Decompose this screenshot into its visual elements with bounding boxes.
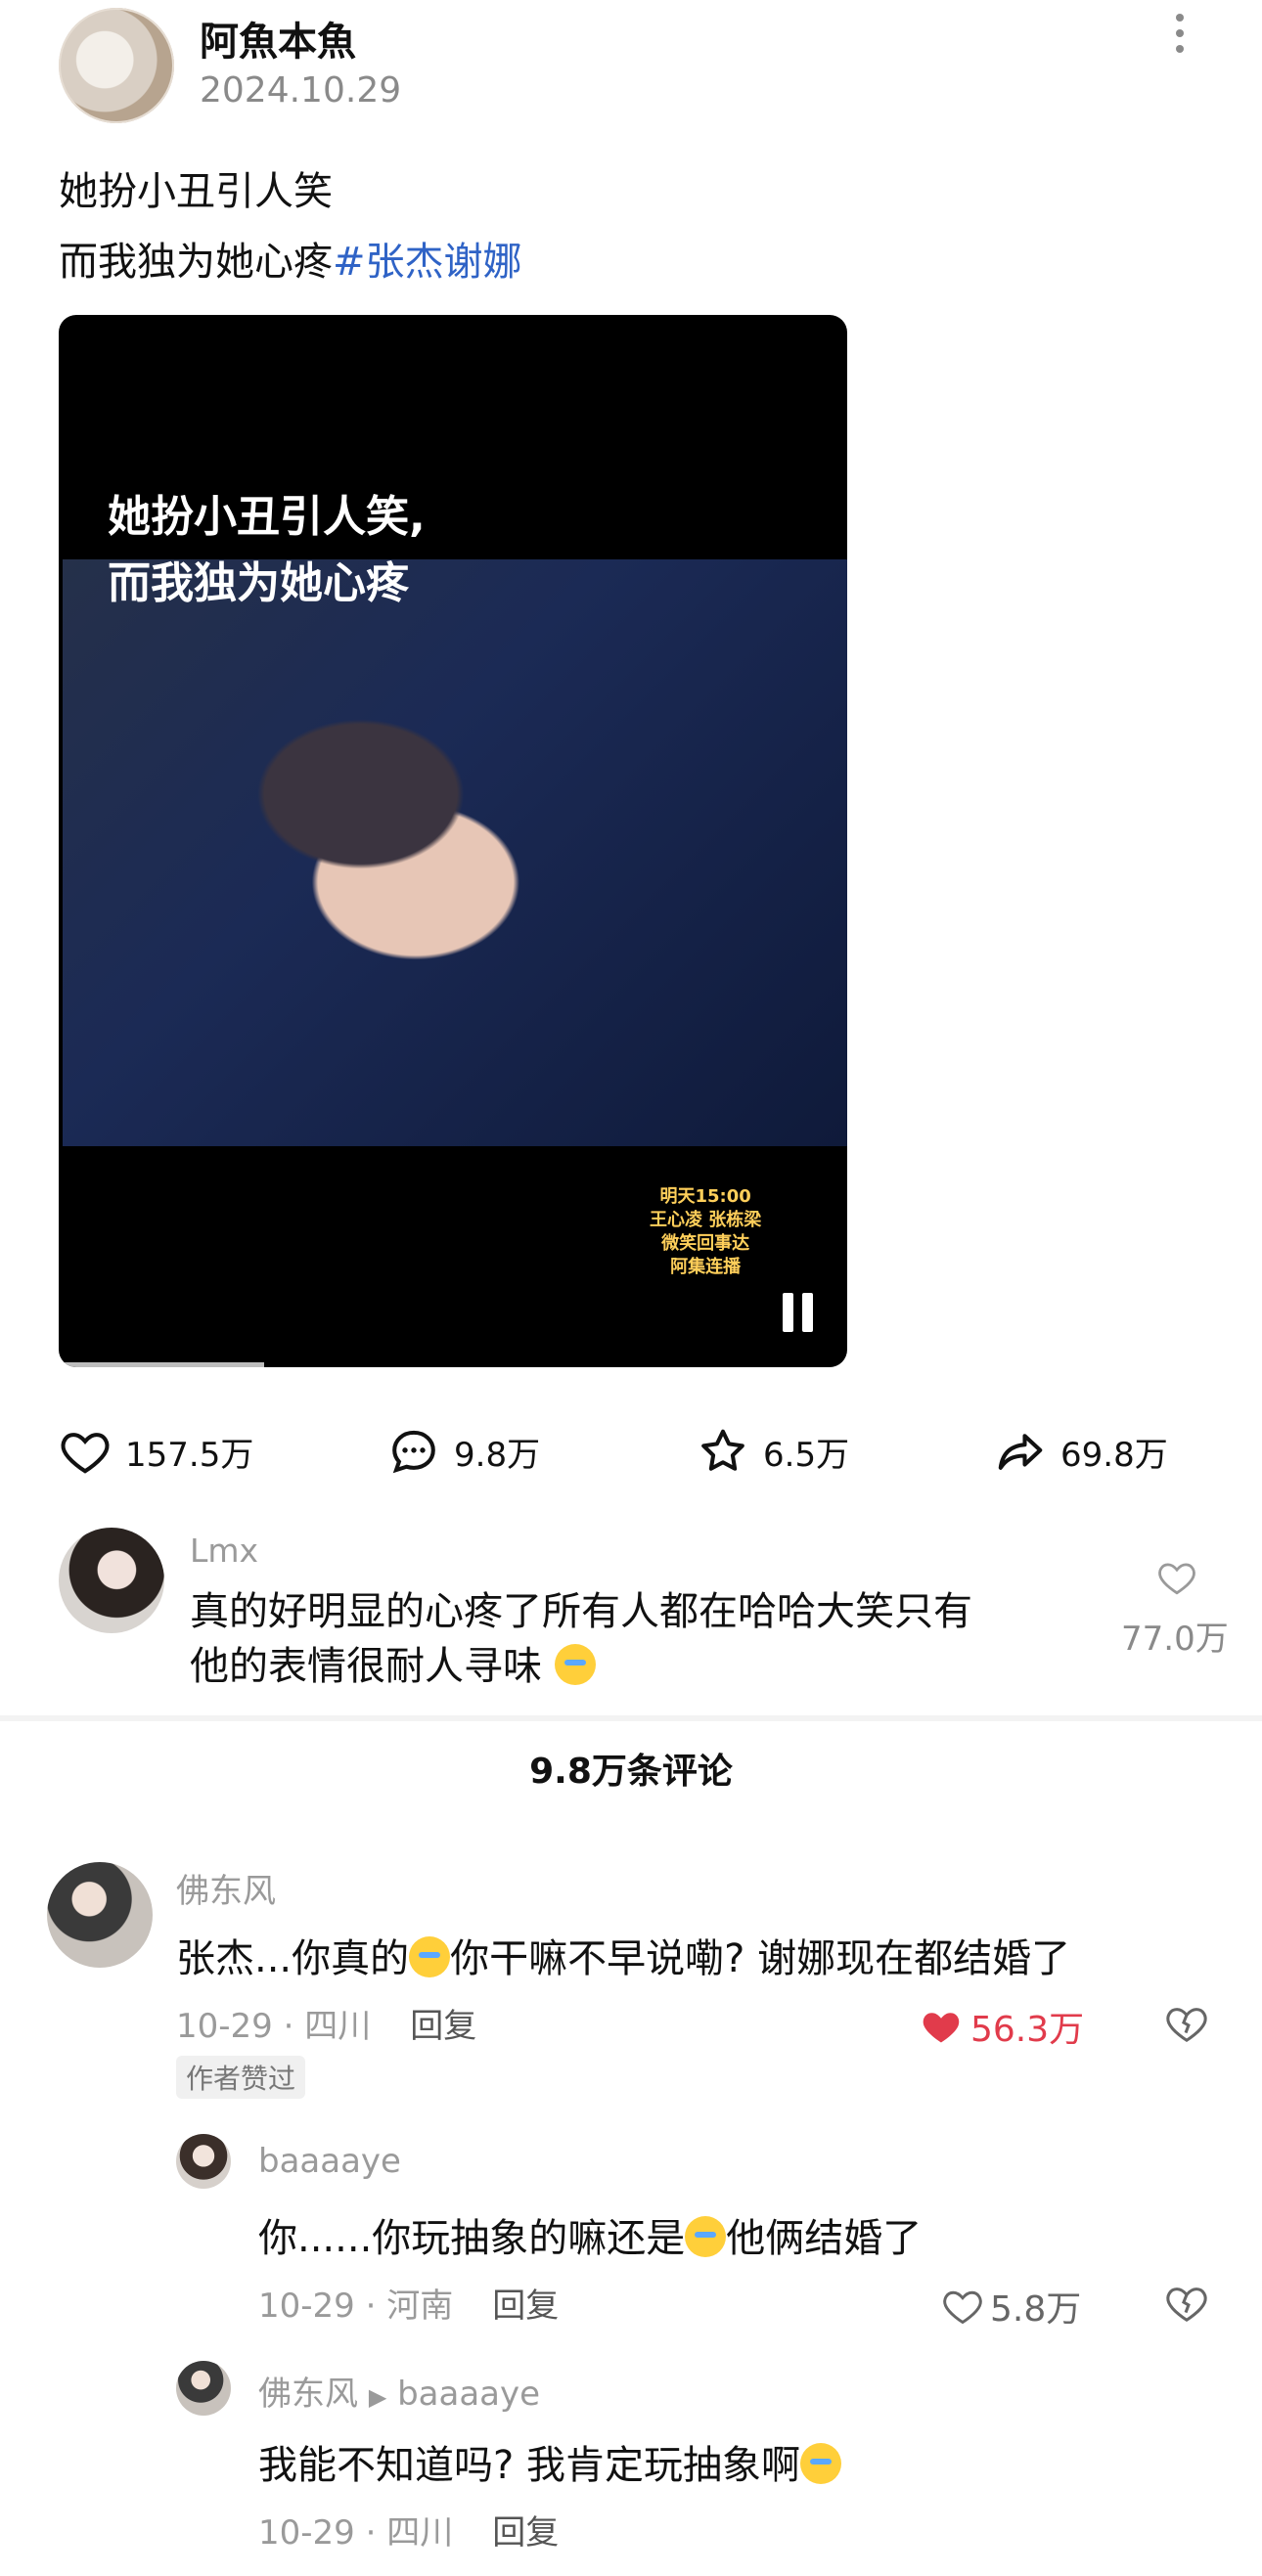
video-credit-overlay: 明天15:00 王心凌 张栋梁 微笑回事达 阿集连播 (650, 1185, 761, 1279)
author-avatar[interactable] (59, 8, 174, 123)
reply-button[interactable]: 回复 (492, 2287, 559, 2326)
comment-like-button[interactable]: 56.3万 (920, 2001, 1084, 2052)
avatar[interactable] (176, 2134, 231, 2189)
comment-text: 真的好明显的心疼了所有人都在哈哈大笑只有 他的表情很耐人寻味 (190, 1584, 1090, 1694)
favorite-count: 6.5万 (763, 1435, 850, 1475)
avatar[interactable] (59, 1528, 164, 1633)
video-subtitle-2: 而我独为她心疼 (108, 558, 409, 608)
avatar[interactable] (176, 2361, 231, 2416)
comment-button[interactable]: 9.8万 (387, 1424, 540, 1479)
reply-button[interactable]: 回复 (410, 2007, 476, 2046)
heart-icon (61, 1433, 110, 1474)
share-button[interactable]: 69.8万 (994, 1424, 1168, 1479)
comment-text-part: 张杰...你真的 (176, 1936, 410, 1981)
comment-text: 我能不知道吗? 我肯定玩抽象啊 (258, 2433, 841, 2490)
more-vertical-icon[interactable] (1170, 10, 1190, 59)
crying-face-emoji (685, 2216, 727, 2257)
crying-face-emoji (799, 2443, 841, 2484)
comment-text-part: 我能不知道吗? 我肯定玩抽象啊 (258, 2443, 800, 2488)
post-date: 2024.10.29 (200, 70, 402, 111)
comments-count-title: 9.8万条评论 (529, 1752, 733, 1792)
comment-line-2: 他的表情很耐人寻味 (190, 1639, 1090, 1694)
credit-line: 明天15:00 (659, 1186, 751, 1207)
reply-button[interactable]: 回复 (492, 2513, 559, 2553)
hashtag-link[interactable]: #张杰谢娜 (333, 240, 522, 285)
reply-target-author[interactable]: baaaaye (397, 2375, 540, 2414)
favorite-button[interactable]: 6.5万 (697, 1424, 849, 1479)
caption-line-1: 她扮小丑引人笑 (59, 169, 333, 214)
credit-line: 王心凌 张栋梁 (650, 1210, 762, 1230)
share-count: 69.8万 (1060, 1435, 1168, 1475)
comment-author-line: 佛东风 ▶ baaaaye (258, 2367, 540, 2415)
pause-icon[interactable] (781, 1293, 816, 1332)
video-progress-bar[interactable] (59, 1362, 264, 1367)
author-name[interactable]: 阿魚本魚 (200, 10, 356, 67)
reply-arrow-icon: ▶ (368, 2383, 387, 2411)
comment-date-location: 10-29 · 四川 (258, 2513, 454, 2553)
heart-icon (943, 2290, 982, 2325)
comment-date-location: 10-29 · 河南 (258, 2287, 454, 2326)
comment-text-part: 你......你玩抽象的嘛还是 (258, 2216, 686, 2261)
crying-face-emoji (409, 1936, 451, 1977)
comment-text-part: 他俩结婚了 (726, 2216, 923, 2261)
comment-meta: 10-29 · 四川 回复 (176, 1999, 476, 2047)
share-arrow-icon (998, 1434, 1043, 1470)
comment-like-count: 5.8万 (990, 2289, 1082, 2330)
comment-like-count: 77.0万 (1121, 1620, 1229, 1659)
like-count: 157.5万 (125, 1435, 254, 1475)
comment-line-2-text: 他的表情很耐人寻味 (190, 1644, 542, 1689)
like-button[interactable]: 157.5万 (59, 1424, 253, 1479)
video-frame: 明天15:00 王心凌 张栋梁 微笑回事达 阿集连播 (63, 559, 847, 1277)
comment-bubble-icon (392, 1430, 435, 1474)
video-subtitle-1: 她扮小丑引人笑, (108, 492, 426, 542)
comment-text: 张杰...你真的 你干嘛不早说嘞? 谢娜现在都结婚了 (176, 1927, 1070, 1983)
section-divider (0, 1715, 1262, 1721)
heart-icon (923, 2013, 960, 2043)
video-player[interactable]: 明天15:00 王心凌 张栋梁 微笑回事达 阿集连播 她扮小丑引人笑, 而我独为… (59, 315, 847, 1367)
broken-heart-icon[interactable] (1164, 2281, 1209, 2326)
caption-line-2-text: 而我独为她心疼 (59, 240, 333, 285)
credit-line: 微笑回事达 (661, 1233, 750, 1254)
heart-icon[interactable] (1154, 1557, 1199, 1598)
comment-count: 9.8万 (454, 1435, 541, 1475)
crying-face-emoji (554, 1644, 596, 1685)
avatar[interactable] (47, 1862, 153, 1968)
comment-meta: 10-29 · 四川 回复 (258, 2506, 559, 2554)
comment-author[interactable]: 佛东风 (258, 2375, 358, 2414)
caption-line-2: 而我独为她心疼#张杰谢娜 (59, 227, 522, 297)
comment-like-button[interactable]: 5.8万 (941, 2281, 1081, 2332)
comment-author[interactable]: baaaaye (258, 2142, 401, 2181)
comment-text-part: 你干嘛不早说嘞? 谢娜现在都结婚了 (450, 1936, 1071, 1981)
comment-like-count: 56.3万 (970, 2010, 1085, 2050)
comment-text: 你......你玩抽象的嘛还是 他俩结婚了 (258, 2206, 922, 2263)
comment-line-1: 真的好明显的心疼了所有人都在哈哈大笑只有 (190, 1589, 972, 1634)
broken-heart-icon[interactable] (1164, 2001, 1209, 2046)
comment-author[interactable]: 佛东风 (176, 1864, 276, 1912)
comment-meta: 10-29 · 河南 回复 (258, 2279, 559, 2327)
author-liked-badge: 作者赞过 (176, 2056, 306, 2099)
post-caption: 她扮小丑引人笑 而我独为她心疼#张杰谢娜 (59, 156, 522, 297)
comment-date-location: 10-29 · 四川 (176, 2007, 372, 2046)
comment-author[interactable]: Lmx (190, 1532, 258, 1570)
star-icon (701, 1429, 744, 1471)
credit-line: 阿集连播 (670, 1257, 742, 1277)
